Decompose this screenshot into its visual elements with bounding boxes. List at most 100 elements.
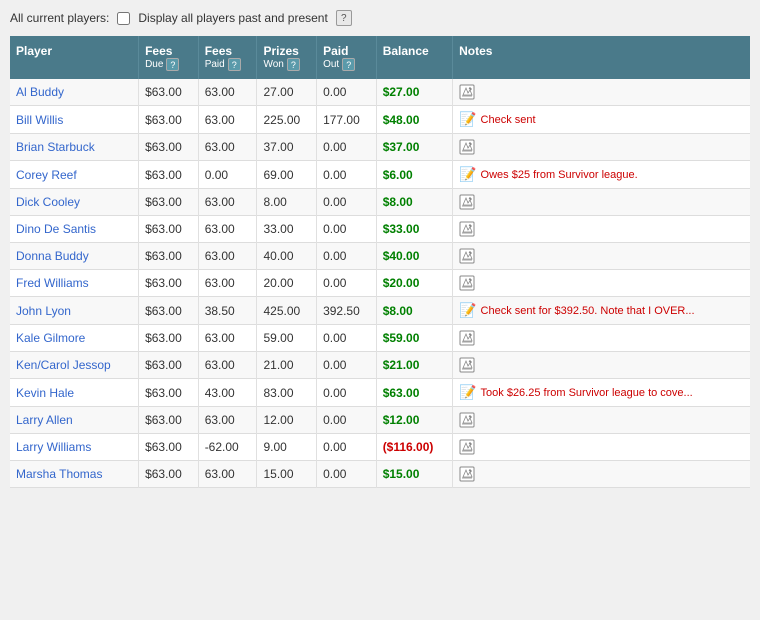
note-icon[interactable] — [459, 330, 475, 346]
paid-out-cell: 0.00 — [317, 134, 377, 161]
fees-paid-help-icon[interactable]: ? — [228, 58, 241, 71]
fees-paid-cell: 63.00 — [198, 325, 257, 352]
note-icon[interactable]: 📝 — [459, 302, 476, 319]
player-name-link[interactable]: Bill Willis — [16, 113, 63, 127]
col-header-fees-paid: Fees Paid ? — [198, 36, 257, 79]
paid-out-cell: 0.00 — [317, 379, 377, 407]
all-current-players-label: All current players: — [10, 11, 109, 25]
table-row: John Lyon$63.0038.50425.00392.50$8.00📝Ch… — [10, 297, 750, 325]
paid-out-help-icon[interactable]: ? — [342, 58, 355, 71]
player-name-link[interactable]: Ken/Carol Jessop — [16, 358, 111, 372]
note-icon[interactable] — [459, 275, 475, 291]
table-row: Kale Gilmore$63.0063.0059.000.00$59.00 — [10, 325, 750, 352]
fees-paid-cell: 63.00 — [198, 243, 257, 270]
fees-paid-cell: 63.00 — [198, 352, 257, 379]
players-table: Player Fees Due ? Fees Paid ? Prizes Won… — [10, 36, 750, 488]
fees-paid-cell: 63.00 — [198, 461, 257, 488]
col-header-notes: Notes — [453, 36, 750, 79]
note-icon[interactable] — [459, 248, 475, 264]
prizes-won-cell: 69.00 — [257, 161, 317, 189]
note-icon[interactable] — [459, 221, 475, 237]
player-name-link[interactable]: Fred Williams — [16, 276, 89, 290]
note-icon[interactable] — [459, 466, 475, 482]
player-name-link[interactable]: Donna Buddy — [16, 249, 89, 263]
top-bar: All current players: Display all players… — [10, 10, 750, 26]
player-name-link[interactable]: Kevin Hale — [16, 386, 74, 400]
fees-paid-cell: 43.00 — [198, 379, 257, 407]
balance-cell: $15.00 — [376, 461, 452, 488]
player-name-link[interactable]: Kale Gilmore — [16, 331, 85, 345]
balance-cell: $63.00 — [376, 379, 452, 407]
fees-due-help-icon[interactable]: ? — [166, 58, 179, 71]
player-name-cell: Dino De Santis — [10, 216, 139, 243]
paid-out-cell: 0.00 — [317, 325, 377, 352]
note-icon[interactable] — [459, 412, 475, 428]
fees-paid-cell: 0.00 — [198, 161, 257, 189]
player-name-link[interactable]: Larry Allen — [16, 413, 73, 427]
prizes-won-help-icon[interactable]: ? — [287, 58, 300, 71]
player-name-link[interactable]: Dino De Santis — [16, 222, 96, 236]
player-name-cell: Corey Reef — [10, 161, 139, 189]
fees-due-cell: $63.00 — [139, 352, 199, 379]
note-text: Check sent — [481, 114, 536, 126]
table-row: Al Buddy$63.0063.0027.000.00$27.00 — [10, 79, 750, 106]
note-icon[interactable] — [459, 439, 475, 455]
note-icon[interactable] — [459, 357, 475, 373]
display-help-icon[interactable]: ? — [336, 10, 352, 26]
fees-due-cell: $63.00 — [139, 189, 199, 216]
notes-cell — [453, 243, 750, 270]
paid-out-cell: 177.00 — [317, 106, 377, 134]
fees-due-cell: $63.00 — [139, 325, 199, 352]
prizes-won-cell: 83.00 — [257, 379, 317, 407]
prizes-won-cell: 225.00 — [257, 106, 317, 134]
table-row: Dick Cooley$63.0063.008.000.00$8.00 — [10, 189, 750, 216]
notes-cell: 📝 Owes $25 from Survivor league. — [453, 161, 750, 189]
fees-due-cell: $63.00 — [139, 379, 199, 407]
prizes-won-cell: 8.00 — [257, 189, 317, 216]
player-name-cell: Kale Gilmore — [10, 325, 139, 352]
player-name-link[interactable]: Marsha Thomas — [16, 467, 102, 481]
fees-due-cell: $63.00 — [139, 134, 199, 161]
notes-cell — [453, 461, 750, 488]
player-name-cell: Larry Williams — [10, 434, 139, 461]
note-text: Owes $25 from Survivor league. — [481, 169, 638, 181]
table-row: Fred Williams$63.0063.0020.000.00$20.00 — [10, 270, 750, 297]
player-name-cell: Kevin Hale — [10, 379, 139, 407]
prizes-won-cell: 33.00 — [257, 216, 317, 243]
balance-cell: $48.00 — [376, 106, 452, 134]
fees-paid-cell: 63.00 — [198, 270, 257, 297]
player-name-link[interactable]: Larry Williams — [16, 440, 91, 454]
note-text: Check sent for $392.50. Note that I OVER… — [481, 305, 695, 317]
fees-paid-cell: 63.00 — [198, 79, 257, 106]
table-row: Brian Starbuck$63.0063.0037.000.00$37.00 — [10, 134, 750, 161]
paid-out-cell: 0.00 — [317, 161, 377, 189]
player-name-link[interactable]: Corey Reef — [16, 168, 77, 182]
player-name-link[interactable]: Al Buddy — [16, 85, 64, 99]
balance-cell: $6.00 — [376, 161, 452, 189]
fees-paid-cell: 63.00 — [198, 189, 257, 216]
player-name-link[interactable]: John Lyon — [16, 304, 71, 318]
table-row: Ken/Carol Jessop$63.0063.0021.000.00$21.… — [10, 352, 750, 379]
note-icon[interactable] — [459, 194, 475, 210]
note-icon[interactable] — [459, 139, 475, 155]
player-name-link[interactable]: Dick Cooley — [16, 195, 80, 209]
player-name-cell: Al Buddy — [10, 79, 139, 106]
balance-cell: $59.00 — [376, 325, 452, 352]
note-icon[interactable]: 📝 — [459, 384, 476, 401]
note-text: Took $26.25 from Survivor league to cove… — [481, 387, 693, 399]
note-icon[interactable]: 📝 — [459, 111, 476, 128]
page-container: All current players: Display all players… — [0, 0, 760, 620]
player-name-link[interactable]: Brian Starbuck — [16, 140, 95, 154]
player-name-cell: Larry Allen — [10, 407, 139, 434]
fees-paid-cell: -62.00 — [198, 434, 257, 461]
display-all-checkbox[interactable] — [117, 12, 130, 25]
notes-cell — [453, 270, 750, 297]
prizes-won-cell: 12.00 — [257, 407, 317, 434]
table-row: Larry Williams$63.00-62.009.000.00($116.… — [10, 434, 750, 461]
note-icon[interactable]: 📝 — [459, 166, 476, 183]
notes-cell — [453, 216, 750, 243]
note-icon[interactable] — [459, 84, 475, 100]
fees-due-cell: $63.00 — [139, 243, 199, 270]
paid-out-cell: 0.00 — [317, 407, 377, 434]
fees-paid-cell: 63.00 — [198, 134, 257, 161]
